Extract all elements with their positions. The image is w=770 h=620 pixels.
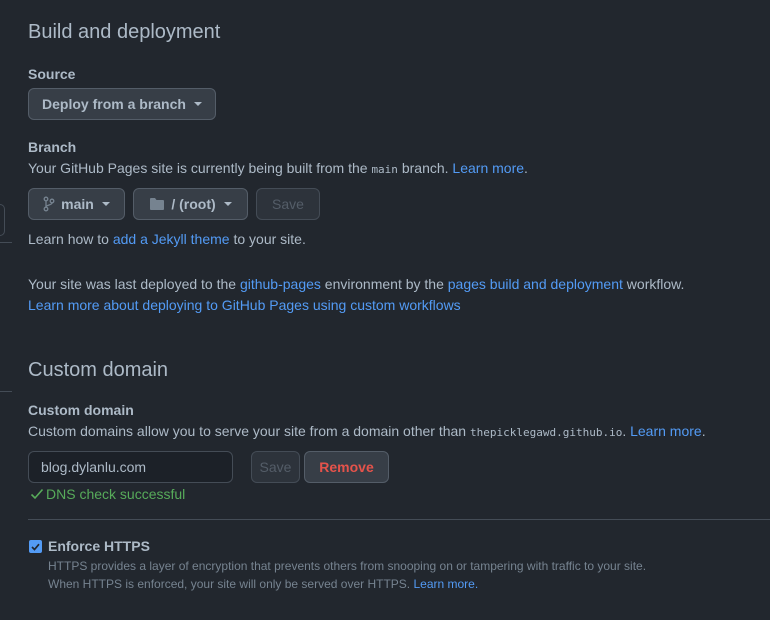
custom-domain-save-button[interactable]: Save xyxy=(251,451,300,483)
https-learn-more-link[interactable]: Learn more. xyxy=(413,577,478,591)
branch-select-label: main xyxy=(61,196,94,212)
https-description-line1: HTTPS provides a layer of encryption tha… xyxy=(48,559,647,573)
checkmark-icon xyxy=(31,543,40,551)
custom-workflows-row: Learn more about deploying to GitHub Pag… xyxy=(28,297,461,313)
build-deployment-heading: Build and deployment xyxy=(28,21,221,43)
branch-save-button[interactable]: Save xyxy=(256,188,320,220)
jekyll-theme-link[interactable]: add a Jekyll theme xyxy=(113,231,230,247)
branch-learn-more-link[interactable]: Learn more xyxy=(452,160,524,176)
jekyll-suffix: to your site. xyxy=(233,231,306,247)
dns-status-text: DNS check successful xyxy=(46,486,186,502)
pages-settings: Build and deployment Source Deploy from … xyxy=(0,0,770,620)
deployed-prefix: Your site was last deployed to the xyxy=(28,276,237,292)
folder-select-button[interactable]: / (root) xyxy=(133,188,248,220)
folder-select-label: / (root) xyxy=(171,196,216,212)
source-dropdown-button[interactable]: Deploy from a branch xyxy=(28,88,216,120)
jekyll-prefix: Learn how to xyxy=(28,231,109,247)
sidebar-divider xyxy=(0,242,12,243)
branch-label: Branch xyxy=(28,139,77,155)
git-branch-icon xyxy=(43,196,55,212)
github-pages-env-link[interactable]: github-pages xyxy=(240,276,321,292)
jekyll-hint: Learn how to add a Jekyll theme to your … xyxy=(28,231,306,247)
https-desc-line2-text: When HTTPS is enforced, your site will o… xyxy=(48,577,411,591)
branch-select-button[interactable]: main xyxy=(28,188,125,220)
custom-domain-learn-more-link[interactable]: Learn more xyxy=(630,423,702,439)
custom-workflows-link[interactable]: Learn more about deploying to GitHub Pag… xyxy=(28,297,461,313)
custom-domain-heading: Custom domain xyxy=(28,359,169,381)
custom-domain-desc-code: thepicklegawd.github.io xyxy=(470,426,623,439)
folder-icon xyxy=(150,198,165,210)
caret-down-icon xyxy=(223,202,232,206)
caret-down-icon xyxy=(193,102,202,106)
sidebar-divider xyxy=(0,391,12,392)
custom-domain-desc-suffix: . xyxy=(622,423,627,439)
deployed-suffix: workflow. xyxy=(626,276,685,292)
source-label: Source xyxy=(28,66,76,82)
branch-description: Your GitHub Pages site is currently bein… xyxy=(28,160,528,176)
dns-status: DNS check successful xyxy=(30,486,185,502)
workflow-link[interactable]: pages build and deployment xyxy=(448,276,623,292)
custom-domain-description: Custom domains allow you to serve your s… xyxy=(28,423,706,439)
enforce-https-label[interactable]: Enforce HTTPS xyxy=(48,538,150,554)
https-description-line2: When HTTPS is enforced, your site will o… xyxy=(48,577,478,591)
remove-domain-button[interactable]: Remove xyxy=(304,451,389,483)
sidebar-edge xyxy=(0,204,5,236)
section-divider xyxy=(28,519,770,520)
caret-down-icon xyxy=(101,202,110,206)
custom-domain-input[interactable] xyxy=(28,451,233,483)
branch-desc-suffix: branch. xyxy=(401,160,449,176)
deployed-mid: environment by the xyxy=(324,276,444,292)
check-icon xyxy=(30,488,44,500)
source-dropdown-label: Deploy from a branch xyxy=(42,96,186,112)
custom-domain-desc-prefix: Custom domains allow you to serve your s… xyxy=(28,423,467,439)
branch-desc-code: main xyxy=(371,163,398,176)
branch-desc-prefix: Your GitHub Pages site is currently bein… xyxy=(28,160,368,176)
deployment-status: Your site was last deployed to the githu… xyxy=(28,276,684,292)
enforce-https-checkbox[interactable] xyxy=(29,540,42,553)
custom-domain-label: Custom domain xyxy=(28,402,134,418)
